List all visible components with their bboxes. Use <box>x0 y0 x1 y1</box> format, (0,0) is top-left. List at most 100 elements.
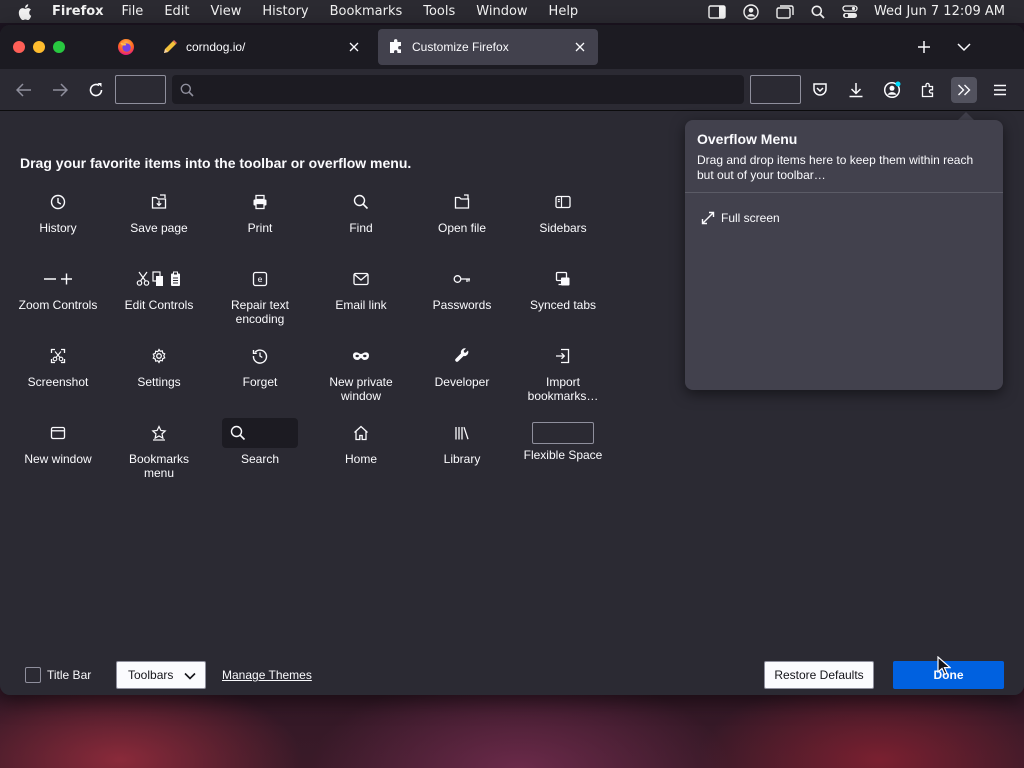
apple-logo-icon[interactable] <box>18 3 34 20</box>
menu-history[interactable]: History <box>262 4 308 19</box>
palette-item-home[interactable]: Home <box>319 418 403 486</box>
palette-item-label: Home <box>344 452 377 466</box>
forward-button[interactable] <box>48 78 72 102</box>
user-account-icon[interactable] <box>743 3 759 20</box>
download-icon <box>849 83 863 98</box>
manage-themes-link[interactable]: Manage Themes <box>222 668 312 682</box>
palette-item-label: Passwords <box>432 298 492 312</box>
overflow-menu-button[interactable] <box>951 77 977 103</box>
palette-item-label: Library <box>443 452 481 466</box>
menu-window[interactable]: Window <box>476 4 527 19</box>
window-minimize-button[interactable] <box>33 41 45 53</box>
palette-item-new-window[interactable]: New window <box>16 418 100 486</box>
pocket-button[interactable] <box>808 78 832 102</box>
arrow-left-icon <box>16 83 31 97</box>
mouse-cursor-icon <box>937 656 951 676</box>
palette-item-flexible-space[interactable]: Flexible Space <box>521 418 605 486</box>
home-icon <box>323 418 399 448</box>
palette-item-screenshot[interactable]: Screenshot <box>16 341 100 409</box>
palette-item-label: New window <box>24 452 92 466</box>
restore-defaults-button[interactable]: Restore Defaults <box>764 661 874 689</box>
palette-item-label: Sidebars <box>539 221 587 235</box>
palette-item-repair-text-encoding[interactable]: e Repair text encoding <box>218 264 302 332</box>
extensions-button[interactable] <box>916 78 940 102</box>
palette-item-zoom-controls[interactable]: Zoom Controls <box>16 264 100 332</box>
import-icon <box>525 341 601 371</box>
palette-item-save-page[interactable]: Save page <box>117 187 201 255</box>
palette-item-email-link[interactable]: Email link <box>319 264 403 332</box>
customize-instructions: Drag your favorite items into the toolba… <box>20 155 412 171</box>
flexible-space-right[interactable] <box>750 75 801 104</box>
spotlight-search-icon[interactable] <box>811 5 825 19</box>
menu-app-name[interactable]: Firefox <box>52 4 104 19</box>
toolbars-dropdown[interactable]: Toolbars <box>116 661 206 689</box>
menu-tools[interactable]: Tools <box>423 4 455 19</box>
palette-item-edit-controls[interactable]: Edit Controls <box>117 264 201 332</box>
save-page-icon <box>121 187 197 217</box>
palette-item-label: History <box>39 221 77 235</box>
palette-item-find[interactable]: Find <box>319 187 403 255</box>
palette-item-passwords[interactable]: Passwords <box>420 264 504 332</box>
palette-item-library[interactable]: Library <box>420 418 504 486</box>
palette-item-settings[interactable]: Settings <box>117 341 201 409</box>
overflow-item-full-screen[interactable]: Full screen <box>701 210 780 226</box>
menu-bar-clock[interactable]: Wed Jun 7 12:09 AM <box>874 4 1005 19</box>
firefox-account-button[interactable] <box>880 78 904 102</box>
puzzle-icon <box>921 82 934 98</box>
palette-item-label: Developer <box>434 375 490 389</box>
window-close-button[interactable] <box>13 41 25 53</box>
palette-item-label: Zoom Controls <box>18 298 98 312</box>
puzzle-icon <box>388 39 404 55</box>
palette-item-forget[interactable]: Forget <box>218 341 302 409</box>
reload-button[interactable] <box>84 78 108 102</box>
app-menu-button[interactable] <box>988 78 1012 102</box>
list-all-tabs-button[interactable] <box>952 35 976 59</box>
forget-icon <box>222 341 298 371</box>
palette-item-developer[interactable]: Developer <box>420 341 504 409</box>
palette-item-synced-tabs[interactable]: Synced tabs <box>521 264 605 332</box>
window-zoom-button[interactable] <box>53 41 65 53</box>
url-input[interactable] <box>202 82 722 97</box>
close-tab-icon[interactable] <box>572 39 588 55</box>
palette-item-label: Bookmarks menu <box>128 452 190 480</box>
palette-item-history[interactable]: History <box>16 187 100 255</box>
palette-item-label: Save page <box>130 221 188 235</box>
pencil-icon <box>162 39 178 55</box>
address-bar[interactable] <box>172 75 744 104</box>
title-bar-checkbox[interactable] <box>25 667 41 683</box>
tab-customize-firefox[interactable]: Customize Firefox <box>378 29 598 65</box>
firefox-window: corndog.io/ Customize Firefox Drag your … <box>0 25 1024 695</box>
new-tab-button[interactable] <box>912 35 936 59</box>
menu-file[interactable]: File <box>122 4 144 19</box>
control-center-icon[interactable] <box>842 4 858 19</box>
menu-edit[interactable]: Edit <box>164 4 189 19</box>
menu-bookmarks[interactable]: Bookmarks <box>330 4 403 19</box>
menu-help[interactable]: Help <box>549 4 579 19</box>
title-bar-label[interactable]: Title Bar <box>47 668 91 682</box>
gear-icon <box>121 341 197 371</box>
window-icon <box>20 418 96 448</box>
screen-windows-icon[interactable] <box>776 4 794 19</box>
palette-item-bookmarks-menu[interactable]: Bookmarks menu <box>117 418 201 486</box>
palette-item-search[interactable]: Search <box>218 418 302 486</box>
menu-view[interactable]: View <box>211 4 242 19</box>
back-button[interactable] <box>12 78 36 102</box>
tab-corndog[interactable]: corndog.io/ <box>152 29 372 65</box>
palette-item-label: Edit Controls <box>124 298 194 312</box>
downloads-button[interactable] <box>844 78 868 102</box>
customize-footer: Title Bar Toolbars Manage Themes Restore… <box>0 645 1024 695</box>
palette-item-import-bookmarks[interactable]: Import bookmarks… <box>521 341 605 409</box>
screenshot-icon <box>20 341 96 371</box>
text-encoding-icon: e <box>222 264 298 294</box>
palette-item-print[interactable]: Print <box>218 187 302 255</box>
palette-item-open-file[interactable]: Open file <box>420 187 504 255</box>
overflow-menu-panel: Overflow Menu Drag and drop items here t… <box>685 120 1003 390</box>
display-mirror-icon[interactable] <box>708 4 726 19</box>
flexible-space-left[interactable] <box>115 75 166 104</box>
palette-item-label: Find <box>349 221 373 235</box>
palette-item-sidebars[interactable]: Sidebars <box>521 187 605 255</box>
palette-item-new-private-window[interactable]: New private window <box>319 341 403 409</box>
firefox-view-button[interactable] <box>110 33 142 61</box>
search-icon <box>222 418 298 448</box>
close-tab-icon[interactable] <box>346 39 362 55</box>
